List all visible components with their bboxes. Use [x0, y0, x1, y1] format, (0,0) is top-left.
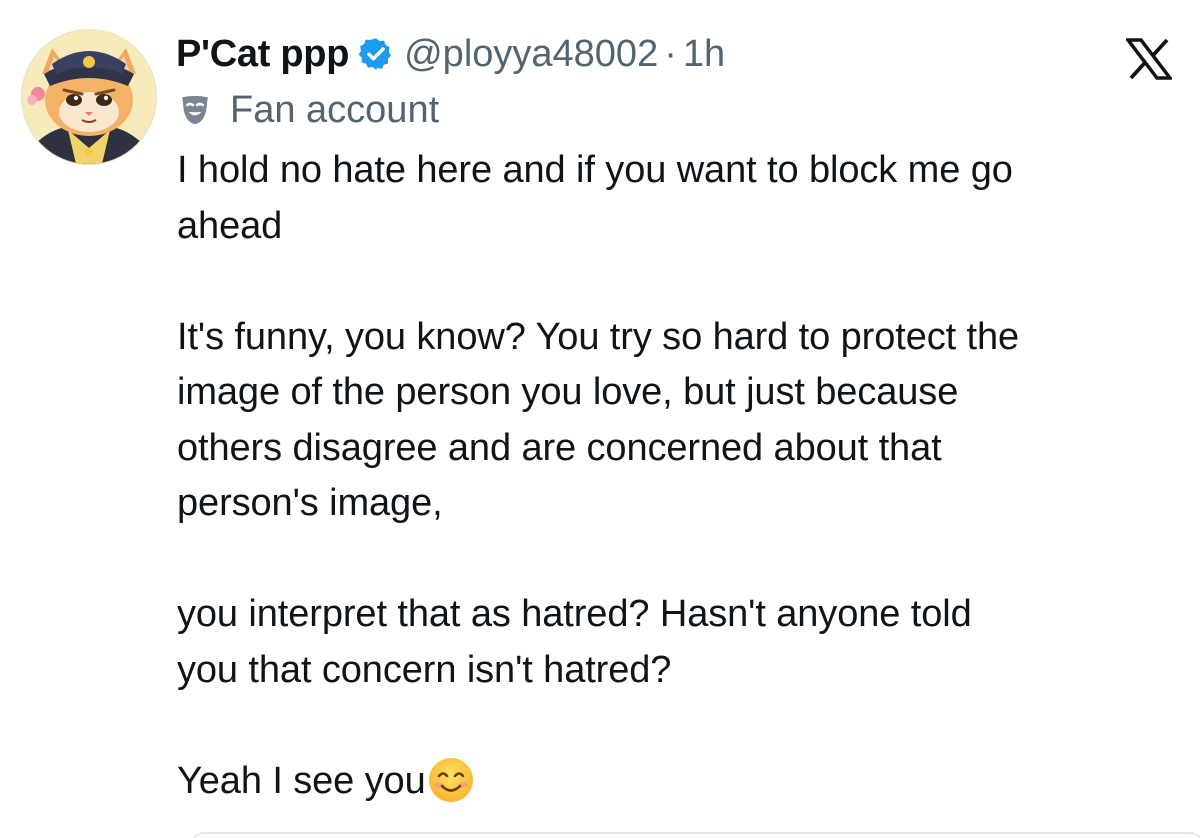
- tweet-card: P'Cat ppp @ployya48002 · 1h Fan account …: [0, 0, 1200, 838]
- cat-avatar-illustration: [22, 30, 156, 164]
- x-logo-icon[interactable]: [1124, 38, 1174, 80]
- tweet-paragraph-3: you interpret that as hatred? Hasn't any…: [177, 593, 972, 691]
- display-name[interactable]: P'Cat ppp: [176, 33, 349, 76]
- tweet-paragraph-4: Yeah I see you: [177, 759, 426, 802]
- verified-badge-icon[interactable]: [358, 36, 394, 72]
- account-label: Fan account: [178, 86, 439, 134]
- theater-mask-icon: [178, 93, 212, 127]
- user-handle[interactable]: @ployya48002: [404, 33, 658, 76]
- separator-dot: ·: [664, 32, 677, 75]
- fan-account-label: Fan account: [230, 88, 440, 131]
- tweet-header: P'Cat ppp @ployya48002 · 1h: [176, 30, 725, 78]
- tweet-paragraph-2: It's funny, you know? You try so hard to…: [177, 315, 1020, 525]
- tweet-paragraph-4-line: Yeah I see you: [177, 754, 1177, 810]
- tweet-paragraph-1: I hold no hate here and if you want to b…: [177, 149, 1013, 247]
- quoted-card-edge: [190, 832, 1200, 838]
- smiling-face-emoji-icon: [426, 755, 476, 805]
- timestamp[interactable]: 1h: [683, 33, 725, 76]
- tweet-text: I hold no hate here and if you want to b…: [177, 143, 1177, 809]
- user-avatar[interactable]: [22, 30, 156, 164]
